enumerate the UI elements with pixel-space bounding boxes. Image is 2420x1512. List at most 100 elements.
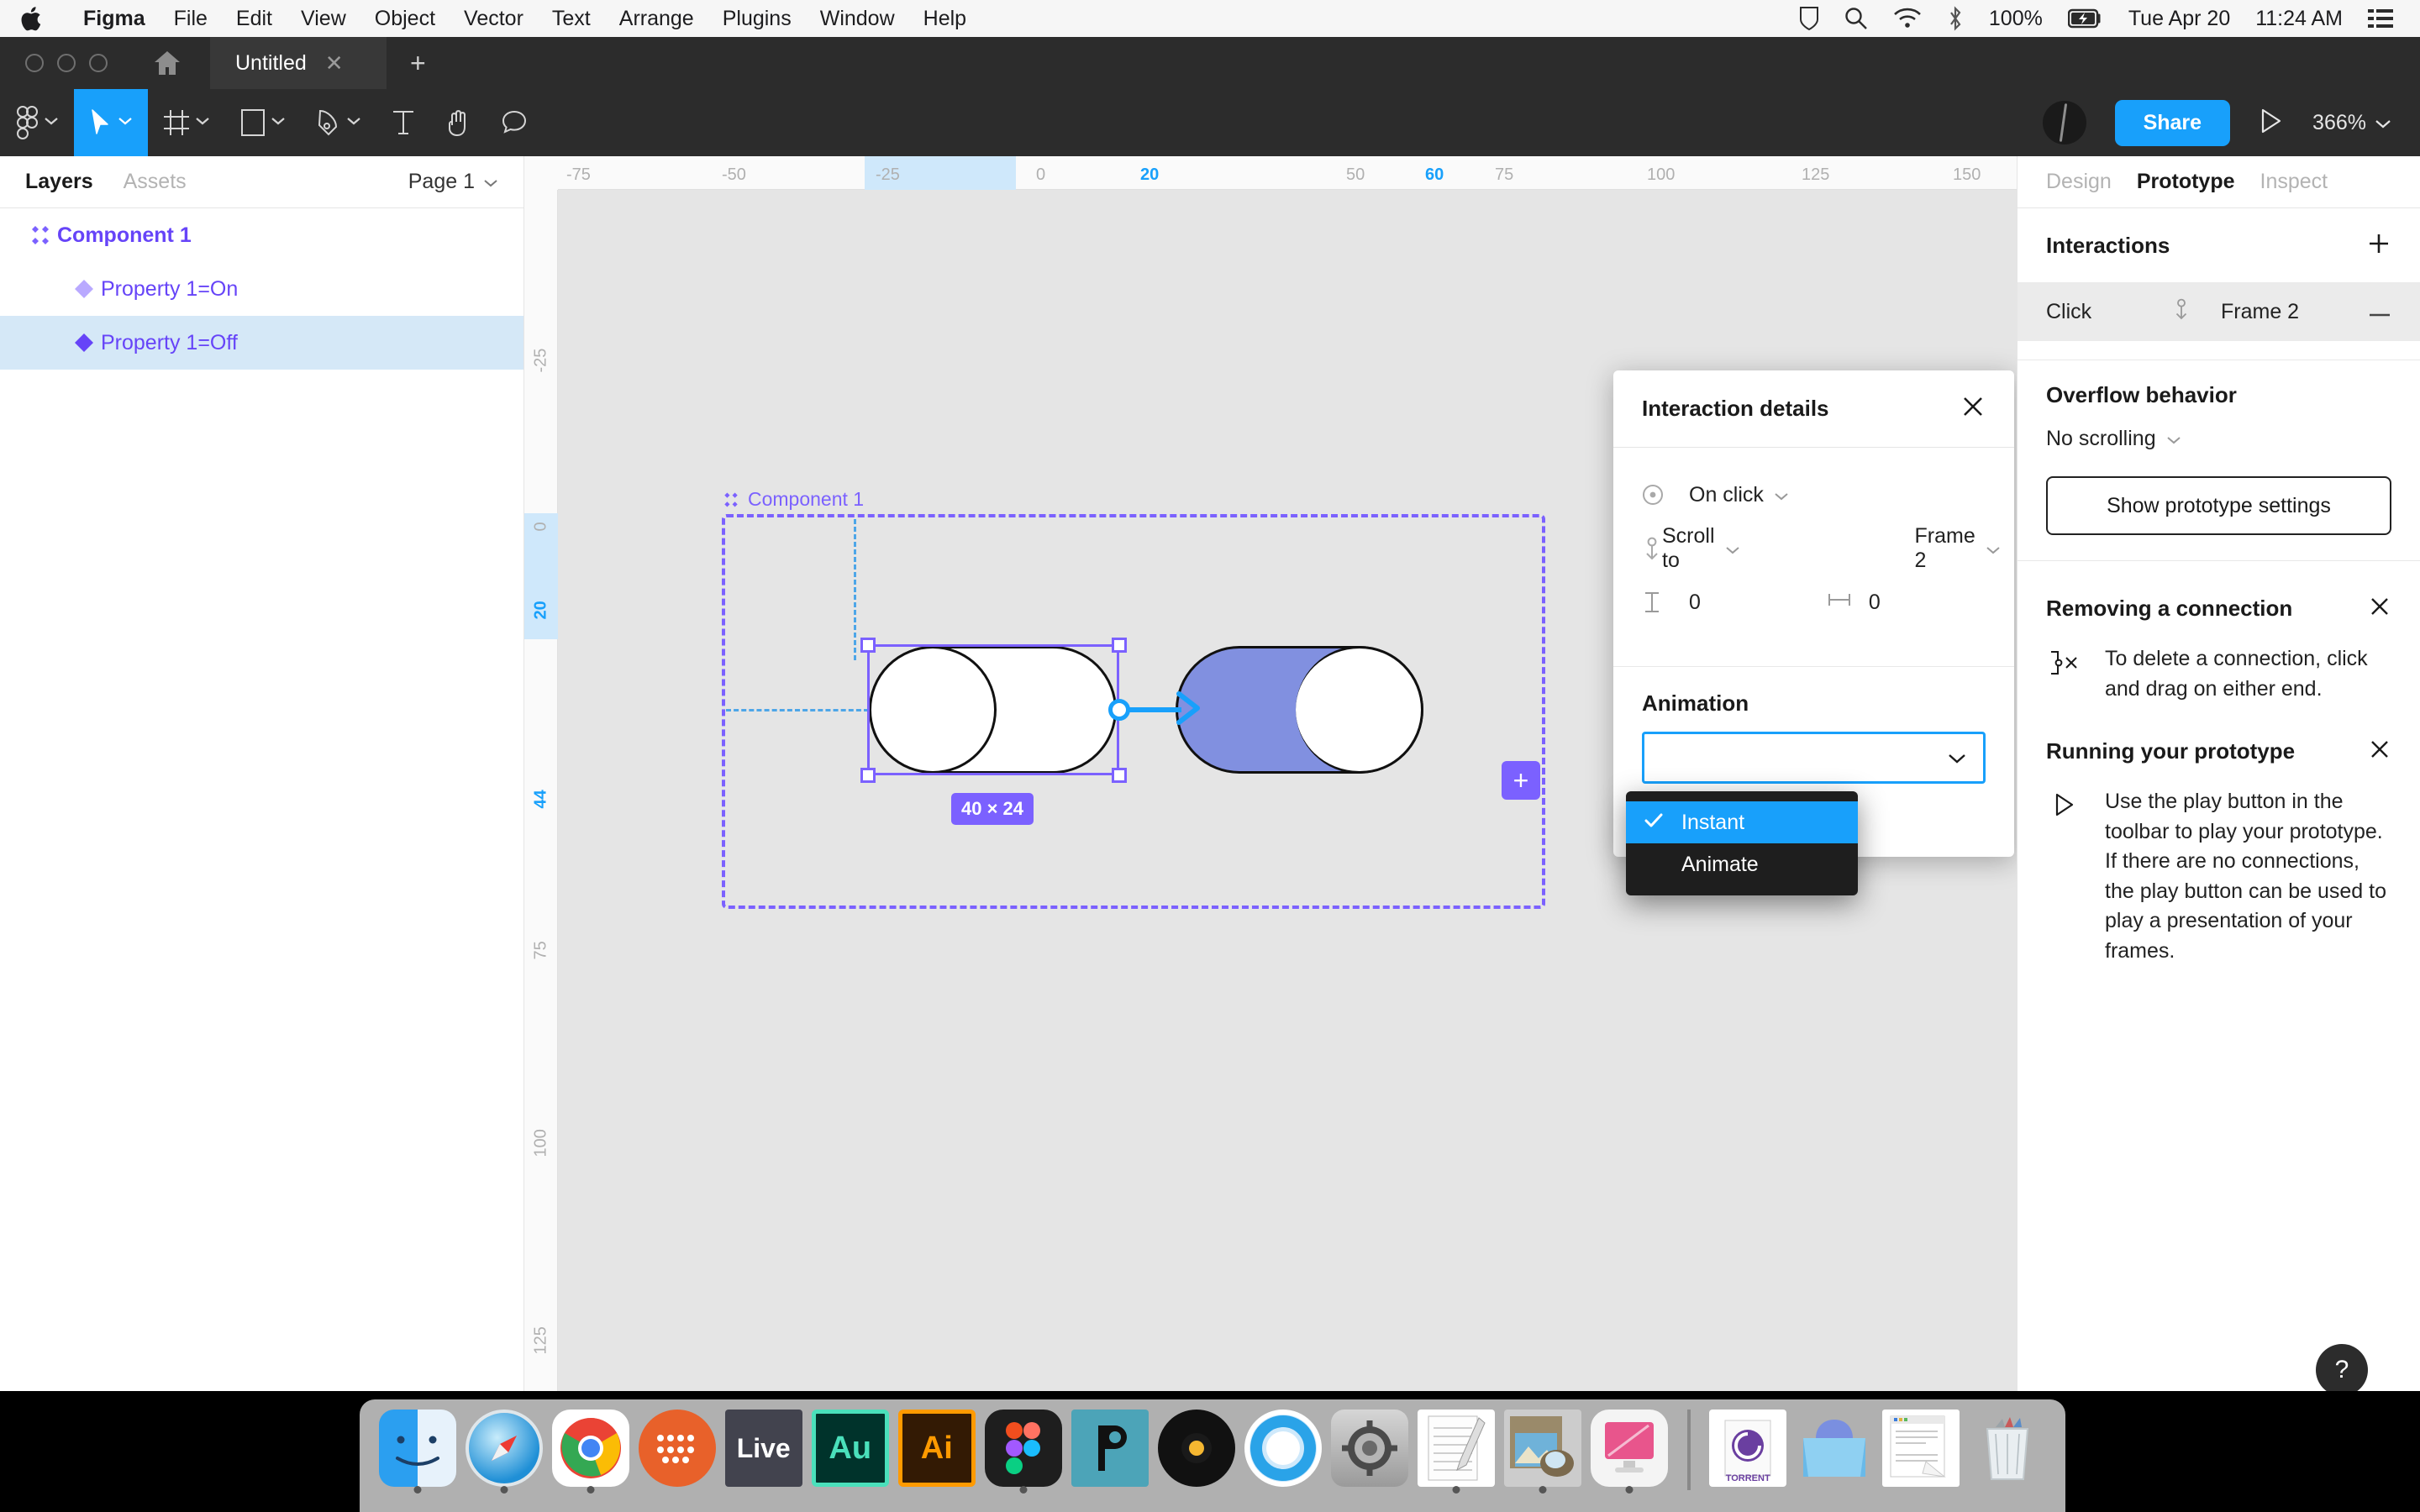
pen-tool[interactable] (301, 89, 376, 156)
overflow-behavior-select[interactable]: No scrolling (2046, 427, 2391, 451)
layer-row-property-off[interactable]: Property 1=Off (0, 316, 523, 370)
dock-item-downloads-folder[interactable] (1794, 1410, 1876, 1494)
canvas[interactable]: -75 -50 -25 0 20 50 60 75 100 125 150 -2… (524, 156, 2017, 1391)
vertical-ruler[interactable]: -25 0 20 44 75 100 125 (524, 190, 558, 1391)
minimize-window-button[interactable] (57, 54, 76, 72)
variant-on-knob[interactable] (1296, 646, 1423, 774)
dock-item-finder[interactable] (376, 1410, 458, 1494)
plus-icon[interactable] (2366, 231, 2391, 260)
chevron-down-icon[interactable] (483, 170, 498, 194)
menu-item-file[interactable]: File (160, 7, 222, 31)
move-tool[interactable] (74, 89, 148, 156)
animation-select[interactable]: Instant (1642, 732, 1986, 784)
resize-handle-br[interactable] (1112, 768, 1127, 783)
apple-logo-icon[interactable] (18, 4, 44, 33)
action-row[interactable]: Scroll to Frame 2 (1642, 522, 2000, 575)
tab-prototype[interactable]: Prototype (2137, 170, 2235, 194)
menu-item-vector[interactable]: Vector (450, 7, 538, 31)
minus-icon[interactable] (2368, 299, 2391, 324)
interaction-row[interactable]: Click Frame 2 (2018, 282, 2420, 341)
close-icon[interactable] (2368, 738, 2391, 765)
dock-item-adobe-illustrator[interactable]: Ai (896, 1410, 977, 1494)
text-tool[interactable] (376, 89, 430, 156)
dock-item-adobe-audition[interactable]: Au (809, 1410, 891, 1494)
tab-inspect[interactable]: Inspect (2260, 170, 2328, 194)
prototype-connection-handle[interactable] (1108, 699, 1130, 721)
dock-item-torrent-file[interactable]: TORRENT (1707, 1410, 1789, 1494)
add-variant-button[interactable]: + (1502, 761, 1540, 800)
dock-item-textedit[interactable] (1416, 1410, 1497, 1494)
dropdown-option-instant[interactable]: Instant (1626, 801, 1858, 843)
dock-item-figma[interactable] (982, 1410, 1064, 1494)
resize-handle-tr[interactable] (1112, 638, 1127, 653)
help-button[interactable]: ? (2316, 1344, 2368, 1391)
action-select[interactable]: Scroll to (1662, 524, 1740, 573)
shield-icon[interactable] (1799, 6, 1819, 31)
dropdown-option-animate[interactable]: Animate (1626, 843, 1858, 885)
shape-tool[interactable] (225, 89, 301, 156)
layer-row-component-1[interactable]: Component 1 (0, 208, 523, 262)
menu-item-help[interactable]: Help (909, 7, 981, 31)
chevron-down-icon[interactable] (118, 115, 133, 130)
comment-tool[interactable] (486, 89, 543, 156)
battery-charging-icon[interactable] (2067, 8, 2103, 29)
action-target-select[interactable]: Frame 2 (1915, 524, 2001, 573)
hand-tool[interactable] (430, 89, 486, 156)
dock-item-principle[interactable] (1069, 1410, 1150, 1494)
menu-item-figma[interactable]: Figma (69, 7, 160, 31)
dock-item-chrome[interactable] (550, 1410, 631, 1494)
search-icon[interactable] (1844, 7, 1868, 30)
offset-x-input[interactable]: 0 (1869, 591, 1881, 615)
dock-item-screen-app[interactable] (1589, 1410, 1670, 1494)
dock-item-trash[interactable] (1967, 1410, 2049, 1494)
user-avatar[interactable] (2042, 101, 2086, 144)
menu-item-arrange[interactable]: Arrange (605, 7, 708, 31)
frame-tool[interactable] (148, 89, 225, 156)
home-icon[interactable] (148, 44, 187, 82)
chevron-down-icon[interactable] (1774, 483, 1789, 507)
menubar-time[interactable]: 11:24 AM (2255, 7, 2343, 31)
dock-item-ableton-live[interactable]: Live (723, 1410, 804, 1494)
chevron-down-icon[interactable] (1725, 537, 1740, 561)
control-center-icon[interactable] (2368, 8, 2393, 29)
dock-item-vinyl-app[interactable] (1155, 1410, 1237, 1494)
trigger-row[interactable]: On click (1642, 468, 1986, 522)
close-icon[interactable]: ✕ (325, 52, 344, 74)
dock-item-document[interactable] (1881, 1410, 1962, 1494)
tab-design[interactable]: Design (2046, 170, 2112, 194)
menu-item-view[interactable]: View (287, 7, 360, 31)
menubar-date[interactable]: Tue Apr 20 (2128, 7, 2230, 31)
chevron-down-icon[interactable] (1986, 537, 2001, 561)
menu-item-plugins[interactable]: Plugins (708, 7, 806, 31)
horizontal-ruler[interactable]: -75 -50 -25 0 20 50 60 75 100 125 150 (524, 156, 2017, 190)
dock-item-blue-ring[interactable] (1242, 1410, 1323, 1494)
chevron-down-icon[interactable] (346, 115, 361, 130)
chevron-down-icon[interactable] (271, 115, 286, 130)
trigger-select[interactable]: On click (1689, 483, 1789, 507)
animation-dropdown-menu[interactable]: Instant Animate (1626, 791, 1858, 895)
file-tab[interactable]: Untitled ✕ (210, 37, 387, 89)
chevron-down-icon[interactable] (2166, 427, 2181, 451)
close-window-button[interactable] (25, 54, 44, 72)
dock-item-system-preferences[interactable] (1329, 1410, 1411, 1494)
layer-row-property-on[interactable]: Property 1=On (0, 262, 523, 316)
prototype-connection-line[interactable] (1129, 707, 1181, 712)
share-button[interactable]: Share (2114, 99, 2231, 146)
maximize-window-button[interactable] (89, 54, 108, 72)
tab-assets[interactable]: Assets (124, 170, 187, 194)
menu-item-text[interactable]: Text (538, 7, 605, 31)
close-icon[interactable] (2368, 595, 2391, 622)
menu-item-object[interactable]: Object (360, 7, 450, 31)
menu-logo-tool[interactable] (0, 89, 74, 156)
play-icon[interactable] (2259, 108, 2284, 139)
show-prototype-settings-button[interactable]: Show prototype settings (2046, 476, 2391, 535)
offset-y-input[interactable]: 0 (1689, 591, 1701, 615)
plus-icon[interactable]: + (387, 50, 450, 76)
chevron-down-icon[interactable] (195, 115, 210, 130)
bluetooth-icon[interactable] (1947, 6, 1964, 31)
dock-item-safari[interactable] (463, 1410, 544, 1494)
chevron-down-icon[interactable] (44, 115, 59, 130)
component-frame-label[interactable]: Component 1 (723, 488, 864, 511)
resize-handle-tl[interactable] (860, 638, 876, 653)
zoom-level-button[interactable]: 366% (2312, 111, 2391, 135)
